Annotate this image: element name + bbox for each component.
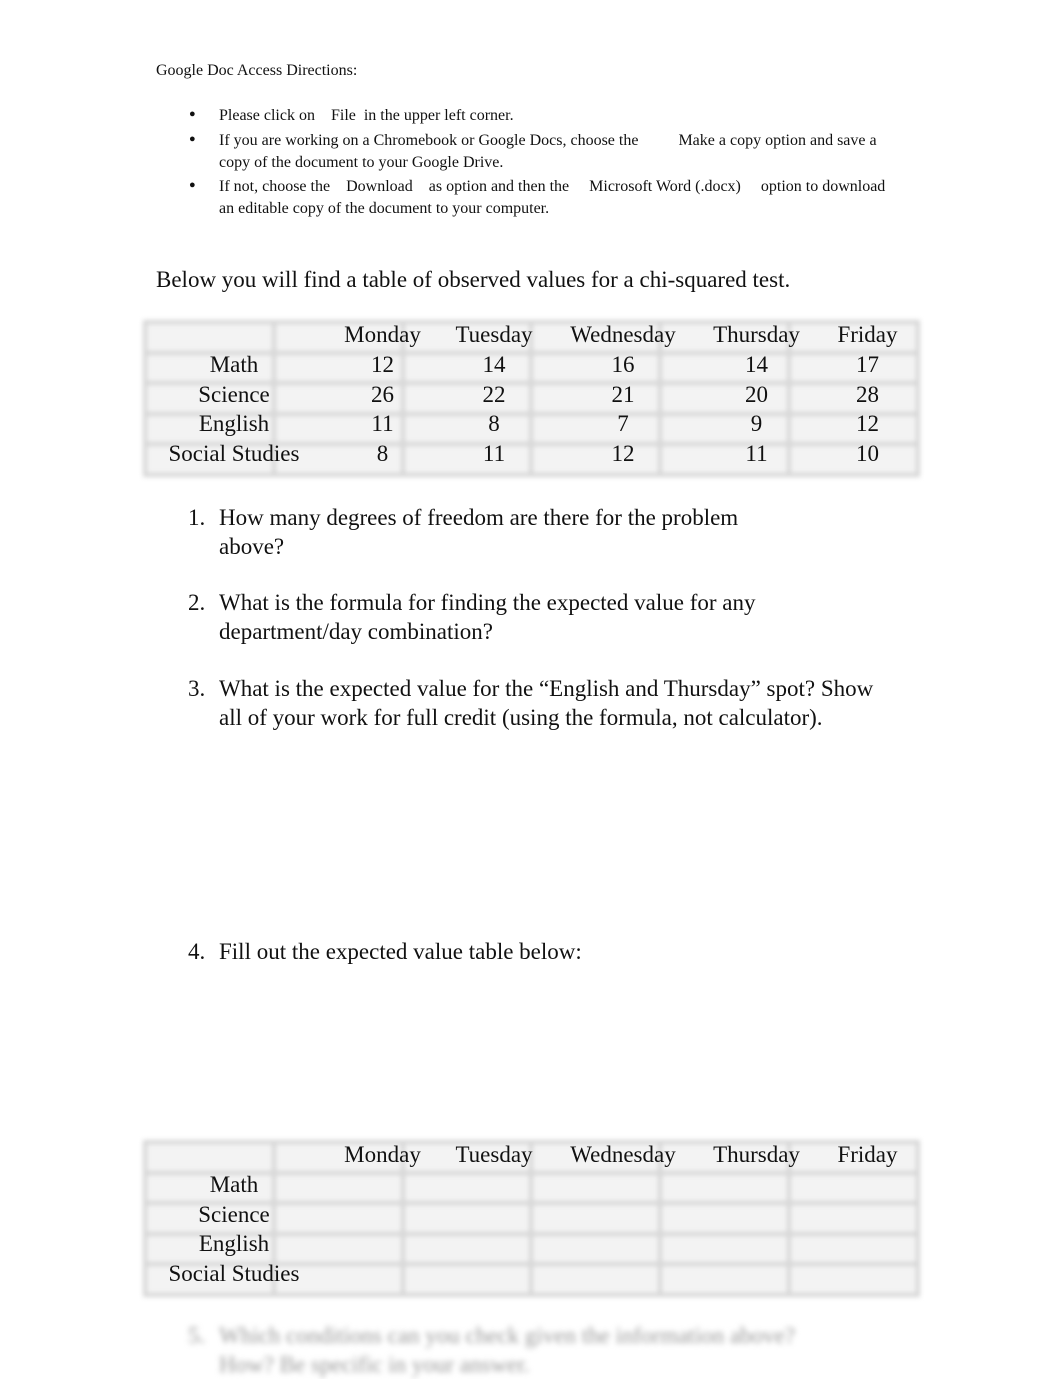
- row-label: Math: [209, 352, 259, 378]
- table-cell[interactable]: [548, 1259, 698, 1289]
- row-label: Social Studies: [168, 441, 300, 467]
- column-header: [143, 1140, 325, 1170]
- table-row: Science 26 22 21 20 28: [143, 379, 920, 409]
- row-label: Math: [209, 1172, 259, 1198]
- column-header: [143, 320, 325, 350]
- question-text: What is the expected value for the “Engl…: [219, 676, 874, 730]
- question-3: 3. What is the expected value for the “En…: [188, 674, 888, 732]
- row-label: Social Studies: [168, 1261, 300, 1287]
- row-label: Science: [198, 381, 270, 407]
- table-cell[interactable]: [815, 1199, 920, 1229]
- table-cell[interactable]: [440, 1229, 548, 1259]
- table-cell: 11: [482, 441, 506, 467]
- table-cell: 7: [617, 411, 629, 437]
- table-cell: 9: [750, 411, 763, 437]
- question-text: How many degrees of freedom are there fo…: [219, 505, 739, 559]
- question-text: What is the formula for finding the expe…: [219, 590, 756, 644]
- direction-item: If you are working on a Chromebook or Go…: [219, 132, 881, 171]
- table-cell[interactable]: [548, 1170, 698, 1200]
- table-cell[interactable]: [815, 1259, 920, 1289]
- table-row: Science: [143, 1199, 920, 1229]
- column-header: Wednesday: [570, 1142, 676, 1168]
- table-cell[interactable]: [815, 1170, 920, 1200]
- table-cell[interactable]: [698, 1170, 815, 1200]
- question-number: 4.: [188, 939, 206, 964]
- table-cell[interactable]: [325, 1259, 440, 1289]
- column-header: Monday: [344, 322, 421, 348]
- row-label: English: [198, 411, 270, 437]
- question-1: 1. How many degrees of freedom are there …: [188, 503, 888, 561]
- column-header: Tuesday: [455, 322, 533, 348]
- table-cell: 11: [745, 441, 768, 467]
- table-cell[interactable]: [698, 1199, 815, 1229]
- direction-item: Please click on File in the upper left c…: [219, 107, 514, 124]
- table-cell: 8: [488, 411, 500, 437]
- question-text: Fill out the expected value table below:: [219, 939, 582, 964]
- table-cell[interactable]: [698, 1259, 815, 1289]
- table-cell: 20: [745, 381, 768, 407]
- table-cell: 17: [856, 352, 879, 378]
- bullet-icon: ●: [189, 108, 196, 120]
- bullet-icon: ●: [189, 133, 196, 145]
- question-number: 5.: [188, 1323, 206, 1348]
- column-header: Friday: [837, 1142, 898, 1168]
- table-cell: 11: [371, 411, 394, 437]
- table-cell: 10: [856, 441, 879, 467]
- intro-text: Below you will find a table of observed …: [156, 267, 791, 292]
- bullet-icon: ●: [189, 179, 196, 191]
- table-cell[interactable]: [325, 1229, 440, 1259]
- table-cell[interactable]: [325, 1199, 440, 1229]
- table-cell: 14: [745, 352, 768, 378]
- table-cell[interactable]: [815, 1229, 920, 1259]
- question-number: 3.: [188, 676, 206, 701]
- column-header: Monday: [344, 1142, 421, 1168]
- table-cell: 22: [482, 381, 506, 407]
- table-cell[interactable]: [440, 1170, 548, 1200]
- table-row: Social Studies: [143, 1259, 920, 1289]
- directions-title: Google Doc Access Directions:: [156, 62, 358, 79]
- header-row: Monday Tuesday Wednesday Thursday Friday: [143, 320, 920, 350]
- table-cell[interactable]: [548, 1229, 698, 1259]
- table-cell: 16: [611, 352, 635, 378]
- table-row: English 11 8 7 9 12: [143, 409, 920, 439]
- column-header: Tuesday: [455, 1142, 533, 1168]
- table-row: Math 12 14 16 14 17: [143, 350, 920, 380]
- table-cell: 12: [611, 441, 635, 467]
- table-cell[interactable]: [698, 1229, 815, 1259]
- column-header: Thursday: [713, 322, 800, 348]
- table-cell[interactable]: [325, 1170, 440, 1200]
- table-cell: 12: [371, 352, 394, 378]
- row-label: English: [198, 1231, 270, 1257]
- table-cell: 28: [856, 381, 879, 407]
- question-4: 4. Fill out the expected value table belo…: [188, 937, 888, 966]
- question-number: 2.: [188, 590, 206, 615]
- column-header: Wednesday: [570, 322, 676, 348]
- table-row: Social Studies 8 11 12 11 10: [143, 439, 920, 469]
- table-cell[interactable]: [440, 1259, 548, 1289]
- question-number: 1.: [188, 505, 206, 530]
- expected-table: Monday Tuesday Wednesday Thursday Friday Math…: [143, 1140, 920, 1297]
- column-header: Friday: [837, 322, 898, 348]
- row-label: Science: [198, 1201, 270, 1227]
- observed-table: Monday Tuesday Wednesday Thursday Friday Math…: [143, 320, 920, 477]
- table-cell: 8: [376, 441, 389, 467]
- header-row: Monday Tuesday Wednesday Thursday Friday: [143, 1140, 920, 1170]
- table-cell[interactable]: [548, 1199, 698, 1229]
- table-row: English: [143, 1229, 920, 1259]
- table-cell: 26: [371, 381, 394, 407]
- question-text: Which conditions can you check given the…: [219, 1323, 796, 1377]
- question-2: 2. What is the formula for finding the ex…: [188, 588, 888, 646]
- table-row: Math: [143, 1170, 920, 1200]
- direction-item: If not, choose the Download as option an…: [219, 178, 890, 217]
- table-cell: 12: [856, 411, 879, 437]
- question-5: 5. Which conditions can you check given t…: [188, 1321, 888, 1379]
- column-header: Thursday: [713, 1142, 800, 1168]
- table-cell: 14: [482, 352, 506, 378]
- table-cell: 21: [611, 381, 635, 407]
- table-cell[interactable]: [440, 1199, 548, 1229]
